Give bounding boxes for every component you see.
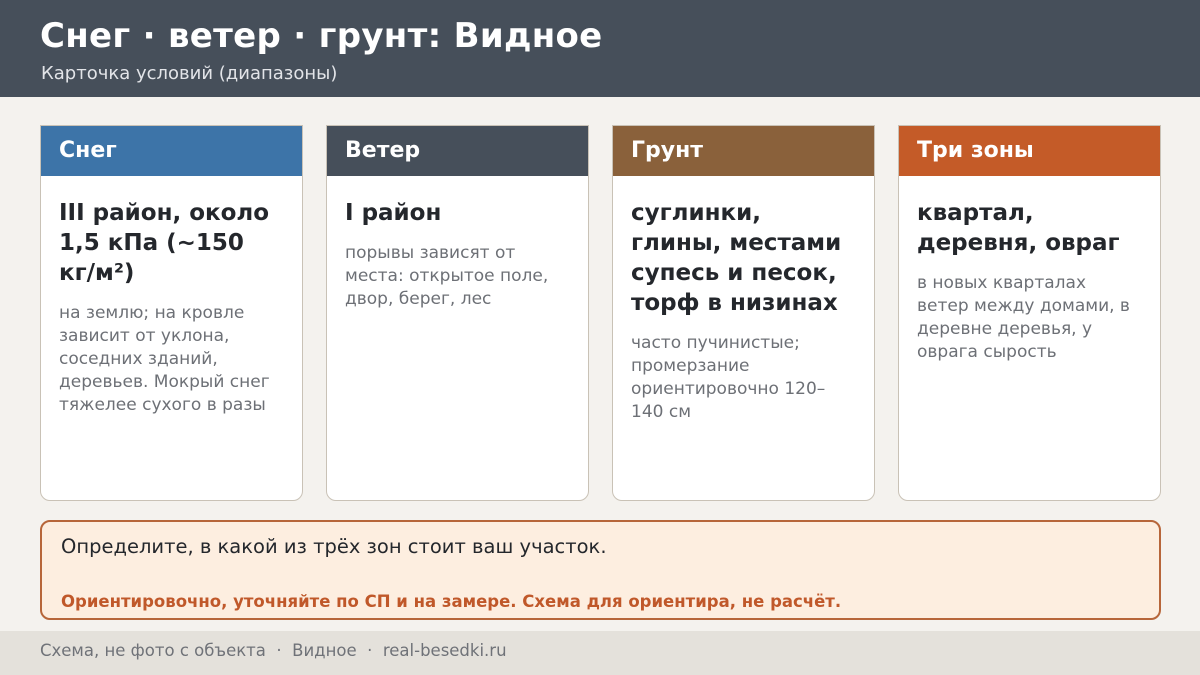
card-note: порывы зависят от места: открытое поле, …	[345, 243, 549, 309]
footer: Схема, не фото с объекта · Видное · real…	[0, 631, 1200, 675]
card-wind: Ветер I район порывы зависят от места: о…	[326, 125, 589, 501]
callout-box: Определите, в какой из трёх зон стоит ва…	[40, 520, 1161, 620]
footer-text: Схема, не фото с объекта · Видное · real…	[40, 641, 507, 660]
card-heading: Три зоны	[899, 126, 1160, 176]
card-soil: Грунт суглинки, глины, местами супесь и …	[612, 125, 875, 501]
card-snow: Снег III район, около 1,5 кПа (~150 кг/м…	[40, 125, 303, 501]
card-heading: Грунт	[613, 126, 874, 176]
header: Снег · ветер · грунт: Видное Карточка ус…	[0, 0, 1200, 97]
conditions-cards: Снег III район, около 1,5 кПа (~150 кг/м…	[40, 125, 1161, 501]
card-heading: Ветер	[327, 126, 588, 176]
card-note: на землю; на кровле зависит от уклона, с…	[59, 303, 270, 415]
callout-text: Определите, в какой из трёх зон стоит ва…	[61, 535, 607, 558]
callout-warning: Ориентировочно, уточняйте по СП и на зам…	[61, 592, 842, 611]
card-zones: Три зоны квартал, деревня, овраг в новых…	[898, 125, 1161, 501]
page-title: Снег · ветер · грунт: Видное	[40, 16, 603, 56]
card-main-value: III район, около 1,5 кПа (~150 кг/м²)	[59, 200, 270, 286]
card-main-value: суглинки, глины, местами супесь и песок,…	[631, 200, 842, 316]
page-subtitle: Карточка условий (диапазоны)	[41, 63, 338, 84]
card-note: часто пучинистые; промерзание ориентиров…	[631, 333, 826, 422]
card-note: в новых кварталах ветер между домами, в …	[917, 273, 1130, 362]
card-main-value: квартал, деревня, овраг	[917, 200, 1120, 256]
card-heading: Снег	[41, 126, 302, 176]
card-main-value: I район	[345, 200, 442, 226]
